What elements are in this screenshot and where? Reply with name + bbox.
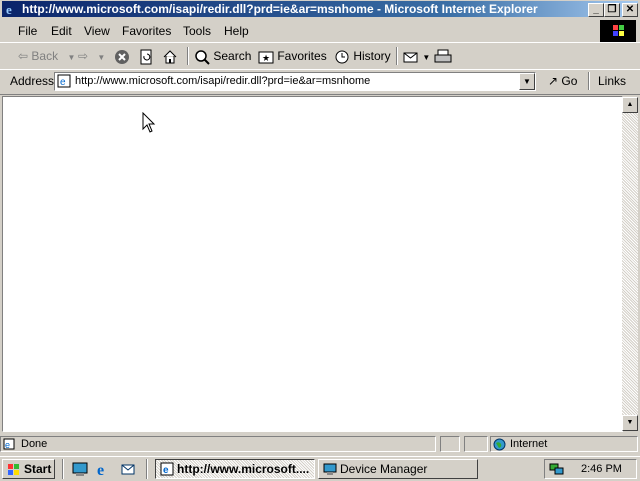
forward-button[interactable]: ⇨ ▼	[78, 47, 105, 65]
menu-tools[interactable]: Tools	[183, 24, 211, 38]
history-label: History	[353, 49, 391, 63]
zone-label: Internet	[510, 438, 548, 450]
outlook-express-icon[interactable]	[120, 461, 136, 477]
status-text-panel: e Done	[0, 436, 436, 452]
show-desktop-icon[interactable]	[72, 461, 88, 477]
menu-favorites[interactable]: Favorites	[122, 24, 171, 38]
taskbar-separator	[146, 459, 148, 479]
go-button[interactable]: ↗ Go	[548, 72, 577, 90]
favorites-label: Favorites	[277, 49, 327, 63]
stop-button[interactable]	[114, 47, 130, 65]
svg-text:e: e	[97, 462, 104, 477]
windows-logo-icon	[600, 20, 636, 42]
scroll-down-button[interactable]: ▼	[622, 415, 638, 431]
print-button[interactable]	[434, 47, 452, 65]
forward-dropdown-icon: ▼	[97, 53, 106, 62]
maximize-button[interactable]: ❐	[604, 3, 620, 17]
menu-help[interactable]: Help	[224, 24, 249, 38]
vertical-scrollbar[interactable]: ▲ ▼	[622, 97, 638, 431]
go-arrow-icon: ↗	[548, 74, 559, 88]
mail-button[interactable]: ▼	[403, 47, 430, 65]
back-button[interactable]: ⇦ Back ▼	[18, 47, 75, 65]
device-manager-icon	[323, 463, 337, 475]
menu-bar: File Edit View Favorites Tools Help	[0, 20, 640, 42]
address-dropdown-button[interactable]: ▼	[519, 73, 535, 90]
task-device-manager-label: Device Manager	[340, 462, 428, 476]
home-icon	[163, 50, 177, 64]
favorites-button[interactable]: ★ Favorites	[258, 47, 327, 65]
ie-logo-icon: e	[6, 2, 12, 16]
mail-icon	[403, 52, 418, 63]
system-tray: 2:46 PM	[544, 459, 637, 479]
page-icon: e	[57, 74, 71, 88]
taskbar: Start e e http://www.microsoft.... Devic…	[0, 456, 640, 481]
close-button[interactable]: ✕	[622, 3, 638, 17]
forward-arrow-icon: ⇨	[78, 49, 89, 63]
task-ie-window[interactable]: e http://www.microsoft....	[155, 459, 315, 479]
stop-icon	[115, 49, 129, 64]
security-zone-panel: Internet	[490, 436, 638, 452]
task-ie-label: http://www.microsoft....	[177, 462, 310, 476]
home-button[interactable]	[162, 47, 178, 65]
address-value: http://www.microsoft.com/isapi/redir.dll…	[75, 75, 371, 87]
address-input[interactable]: e http://www.microsoft.com/isapi/redir.d…	[54, 72, 536, 91]
internet-globe-icon	[493, 438, 506, 451]
refresh-button[interactable]	[138, 47, 154, 65]
toolbar-separator	[588, 72, 590, 90]
address-label: Address	[10, 74, 55, 88]
ie-quicklaunch-icon[interactable]: e	[96, 461, 112, 477]
print-icon	[434, 49, 452, 63]
back-label: Back	[31, 49, 59, 63]
menu-view[interactable]: View	[84, 24, 110, 38]
mail-dropdown-icon: ▼	[422, 53, 431, 62]
ie-task-icon: e	[160, 462, 174, 476]
taskbar-separator	[62, 459, 64, 479]
refresh-icon	[140, 49, 152, 65]
svg-text:e: e	[5, 440, 10, 450]
svg-text:★: ★	[262, 53, 270, 63]
title-bar[interactable]: e http://www.microsoft.com/isapi/redir.d…	[2, 1, 638, 17]
search-button[interactable]: Search	[194, 47, 251, 65]
history-button[interactable]: History	[334, 47, 391, 65]
back-arrow-icon: ⇦	[18, 49, 29, 63]
svg-text:e: e	[6, 2, 12, 16]
menu-file[interactable]: File	[18, 24, 37, 38]
favorites-icon: ★	[258, 51, 274, 64]
toolbar-separator	[396, 47, 398, 65]
windows-flag-icon	[8, 464, 19, 475]
search-icon	[195, 50, 210, 65]
page-content[interactable]	[2, 96, 623, 432]
status-panel	[464, 436, 488, 452]
links-button[interactable]: Links	[598, 72, 626, 90]
svg-text:e: e	[60, 77, 66, 88]
toolbar-separator	[187, 47, 189, 65]
address-bar: Address e http://www.microsoft.com/isapi…	[0, 69, 640, 95]
go-label: Go	[561, 74, 578, 88]
minimize-button[interactable]: _	[588, 3, 604, 17]
status-panel	[440, 436, 460, 452]
network-tray-icon[interactable]	[549, 462, 565, 476]
menu-edit[interactable]: Edit	[51, 24, 72, 38]
scroll-up-button[interactable]: ▲	[622, 97, 638, 113]
status-text: Done	[21, 438, 48, 450]
start-button[interactable]: Start	[2, 459, 55, 479]
status-bar: e Done Internet	[0, 434, 640, 454]
search-label: Search	[213, 49, 252, 63]
clock[interactable]: 2:46 PM	[581, 463, 622, 475]
page-status-icon: e	[3, 438, 15, 450]
mouse-cursor-icon	[142, 112, 156, 133]
history-icon	[335, 50, 349, 64]
ie-window: e http://www.microsoft.com/isapi/redir.d…	[0, 0, 640, 456]
standard-toolbar: ⇦ Back ▼ ⇨ ▼ Search ★ Favorites History …	[0, 42, 640, 70]
start-label: Start	[24, 462, 52, 476]
svg-text:e: e	[163, 465, 169, 476]
task-device-manager[interactable]: Device Manager	[318, 459, 478, 479]
window-title: http://www.microsoft.com/isapi/redir.dll…	[22, 2, 538, 16]
back-dropdown-icon: ▼	[67, 53, 76, 62]
